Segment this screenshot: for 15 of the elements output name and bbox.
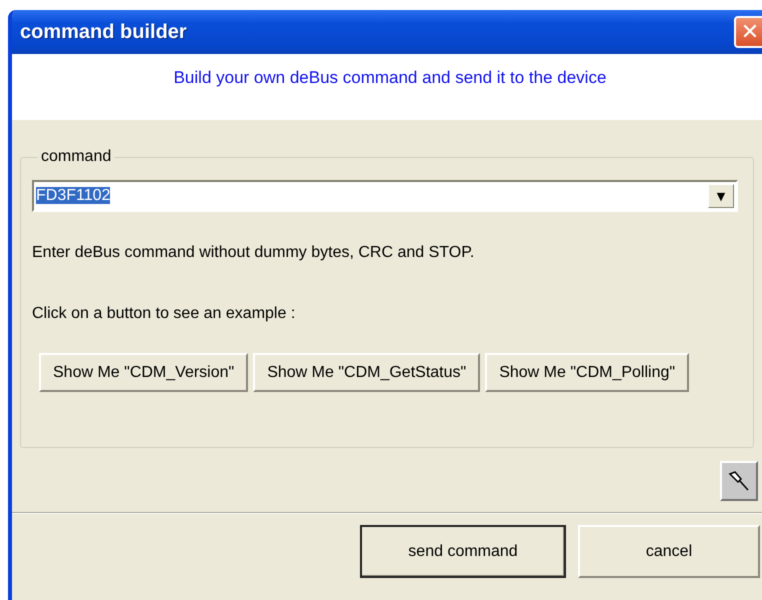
command-combo[interactable]: FD3F1102 ▼: [32, 180, 738, 212]
example-button[interactable]: Show Me "CDM_GetStatus": [253, 353, 480, 392]
command-value: FD3F1102: [36, 187, 110, 204]
dropdown-button[interactable]: ▼: [708, 184, 734, 208]
example-button[interactable]: Show Me "CDM_Version": [39, 353, 248, 392]
header-text: Build your own deBus command and send it to the device: [174, 68, 606, 89]
instruction-text: Click on a button to see an example :: [32, 305, 296, 323]
hint-text: Enter deBus command without dummy bytes, CRC and STOP.: [32, 244, 476, 262]
example-button[interactable]: Show Me "CDM_Polling": [485, 353, 690, 392]
pin-icon: [727, 469, 751, 493]
dialog-button[interactable]: cancel: [578, 525, 760, 578]
dialog-button[interactable]: send command: [360, 525, 566, 578]
pin-button[interactable]: [720, 461, 758, 501]
window-title: command builder: [20, 20, 187, 44]
group-label: command: [40, 148, 112, 166]
